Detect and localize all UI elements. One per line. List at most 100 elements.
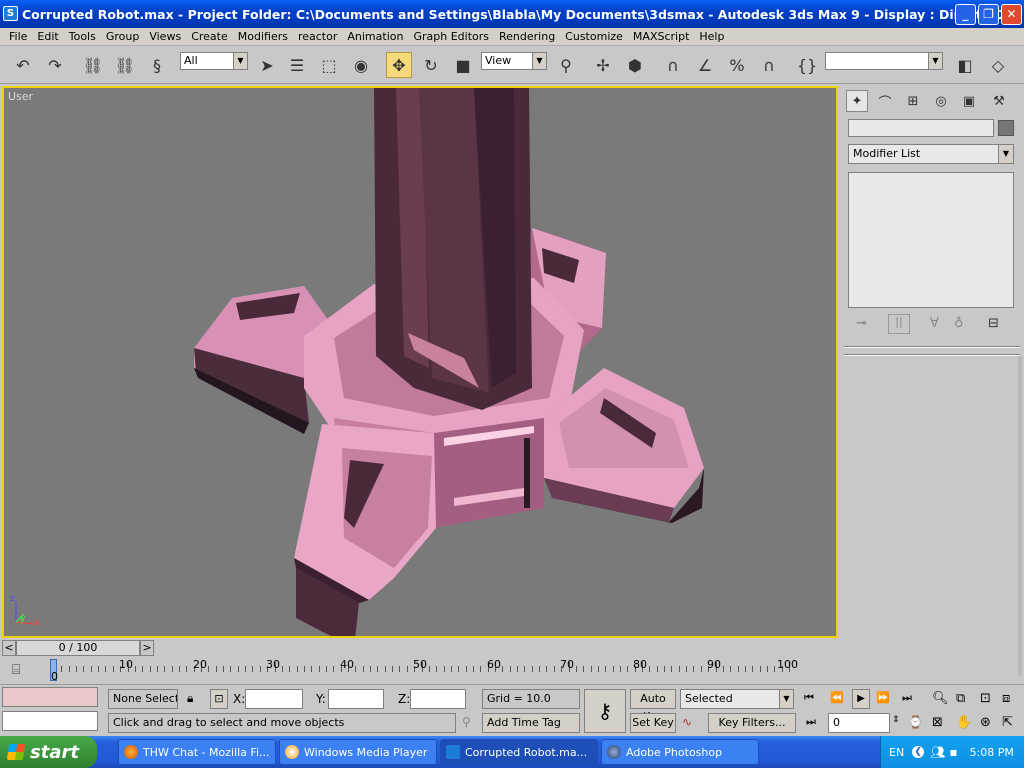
region-zoom-icon[interactable]: ⊠ (932, 715, 943, 730)
select-link-icon[interactable]: ⛓ (80, 52, 106, 78)
language-indicator[interactable]: EN (889, 746, 904, 759)
menu-graph-editors[interactable]: Graph Editors (408, 30, 494, 43)
menu-edit[interactable]: Edit (32, 30, 63, 43)
set-key-button[interactable]: Set Key (630, 713, 676, 733)
pivot-center-icon[interactable]: ⚲ (553, 52, 579, 78)
reference-coord-dropdown[interactable]: View ▼ (481, 52, 547, 70)
add-time-tag-button[interactable]: Add Time Tag (482, 713, 580, 733)
next-frame-icon[interactable]: ⏩ (876, 691, 890, 704)
align-icon[interactable]: ◇ (985, 52, 1011, 78)
menu-tools[interactable]: Tools (64, 30, 101, 43)
hierarchy-tab-icon[interactable]: ⊞ (902, 90, 924, 112)
object-name-field[interactable] (848, 119, 994, 137)
select-and-scale-icon[interactable]: ■ (450, 52, 476, 78)
menu-rendering[interactable]: Rendering (494, 30, 560, 43)
menu-group[interactable]: Group (101, 30, 145, 43)
display-tab-icon[interactable]: ▣ (958, 90, 980, 112)
absolute-mode-transform-icon[interactable]: ⊡ (210, 689, 228, 709)
window-crossing-icon[interactable]: ◉ (348, 52, 374, 78)
time-configuration-icon[interactable]: ⌚ (908, 715, 923, 729)
pan-view-icon[interactable]: ✋ (956, 715, 972, 730)
remove-modifier-icon[interactable]: ♁ (954, 316, 964, 331)
y-coord-field[interactable] (328, 689, 384, 709)
track-bar[interactable]: ⌸ 0 10 20 30 40 50 60 70 80 90 100 (0, 657, 842, 684)
select-and-move-icon[interactable]: ✥ (386, 52, 412, 78)
maximize-viewport-icon[interactable]: ⇱ (1002, 715, 1013, 730)
menu-maxscript[interactable]: MAXScript (628, 30, 694, 43)
edit-named-selection-icon[interactable]: {} (794, 52, 820, 78)
undo-icon[interactable]: ↶ (10, 52, 36, 78)
3dsmax-app-icon[interactable]: S (3, 6, 18, 21)
zoom-extents-all-icon[interactable]: ⧈ (1002, 691, 1010, 706)
clock[interactable]: 5:08 PM (970, 746, 1014, 759)
menu-views[interactable]: Views (144, 30, 186, 43)
minimize-button[interactable]: _ (955, 4, 976, 25)
menu-file[interactable]: File (4, 30, 32, 43)
named-selection-sets-dropdown[interactable]: ▼ (825, 52, 943, 70)
task-photoshop[interactable]: Adobe Photoshop (601, 739, 759, 765)
maxscript-input-mini[interactable] (2, 711, 98, 731)
network-users-icon[interactable]: 👥︎ (930, 745, 945, 759)
utilities-tab-icon[interactable]: ⚒ (988, 90, 1010, 112)
curve-editor-icon[interactable]: ⌸ (12, 662, 20, 678)
frame-spinner-icon[interactable]: ⇕ (892, 715, 900, 725)
start-button[interactable]: start (0, 736, 97, 768)
task-firefox[interactable]: THW Chat - Mozilla Fi... (118, 739, 276, 765)
restore-button[interactable]: ❐ (978, 4, 999, 25)
menu-reactor[interactable]: reactor (293, 30, 342, 43)
auto-key-button[interactable]: Auto Key (630, 689, 676, 723)
next-frame-arrow[interactable]: > (140, 640, 154, 656)
modifier-list-dropdown[interactable]: Modifier List ▼ (848, 144, 1014, 164)
time-slider-thumb[interactable]: 0 / 100 (16, 640, 140, 656)
redo-icon[interactable]: ↷ (42, 52, 68, 78)
create-tab-icon[interactable]: ✦ (846, 90, 868, 112)
current-frame-field[interactable]: 0 (828, 713, 890, 733)
modify-tab-icon[interactable]: ⌒ (874, 90, 896, 112)
maxscript-listener-mini[interactable] (2, 687, 98, 707)
spinner-snap-icon[interactable]: ∩ (756, 52, 782, 78)
key-filters-button[interactable]: Key Filters... (708, 713, 796, 733)
object-color-swatch[interactable] (998, 120, 1014, 136)
menu-modifiers[interactable]: Modifiers (233, 30, 293, 43)
play-icon[interactable]: ▶ (852, 689, 870, 709)
make-unique-icon[interactable]: ∀ (930, 316, 939, 331)
default-tangent-icon[interactable]: ∿ (682, 715, 692, 729)
selection-filter-dropdown[interactable]: All ▼ (180, 52, 248, 70)
mirror-icon[interactable]: ◧ (952, 52, 978, 78)
arc-rotate-icon[interactable]: ⊛ (980, 715, 991, 730)
select-manipulate-icon[interactable]: ✢ (590, 52, 616, 78)
motion-tab-icon[interactable]: ◎ (930, 90, 952, 112)
rectangular-selection-icon[interactable]: ⬚ (316, 52, 342, 78)
angle-snap-icon[interactable]: ∠ (692, 52, 718, 78)
volume-icon[interactable]: ▪ (949, 745, 957, 759)
prev-frame-arrow[interactable]: < (2, 640, 16, 656)
bind-space-warp-icon[interactable]: § (144, 52, 170, 78)
close-button[interactable]: ✕ (1001, 4, 1022, 25)
key-mode-dropdown[interactable]: Selected ▼ (680, 689, 794, 709)
select-object-icon[interactable]: ➤ (254, 52, 280, 78)
zoom-extents-icon[interactable]: ⊡ (980, 691, 991, 706)
viewport-user[interactable]: User z y x (2, 86, 838, 638)
robot-model[interactable] (4, 88, 836, 636)
task-windows-media-player[interactable]: Windows Media Player (279, 739, 437, 765)
configure-modifier-sets-icon[interactable]: ⊟ (988, 316, 999, 331)
set-key-icon[interactable]: ⚷ (584, 689, 626, 733)
snaps-toggle-icon[interactable]: ∩ (660, 52, 686, 78)
pin-stack-icon[interactable]: ⊸ (856, 316, 867, 331)
select-by-name-icon[interactable]: ☰ (284, 52, 310, 78)
x-coord-field[interactable] (245, 689, 303, 709)
go-to-end-icon[interactable]: ⏭ (902, 691, 912, 705)
go-to-start-icon[interactable]: ⏮ (804, 691, 814, 705)
zoom-all-icon[interactable]: ⧉ (956, 691, 965, 706)
keyboard-shortcut-override-icon[interactable]: ⬢ (622, 52, 648, 78)
previous-frame-icon[interactable]: ⏪ (830, 691, 844, 704)
task-3dsmax[interactable]: Corrupted Robot.ma... (440, 739, 598, 765)
percent-snap-icon[interactable]: % (724, 52, 750, 78)
modifier-stack[interactable] (848, 172, 1014, 308)
key-mode-toggle-icon[interactable]: ⏭ (806, 715, 816, 729)
z-coord-field[interactable] (410, 689, 466, 709)
menu-customize[interactable]: Customize (560, 30, 628, 43)
lock-selection-icon[interactable]: 🔒︎ (187, 691, 193, 706)
menu-create[interactable]: Create (186, 30, 233, 43)
menu-help[interactable]: Help (694, 30, 729, 43)
